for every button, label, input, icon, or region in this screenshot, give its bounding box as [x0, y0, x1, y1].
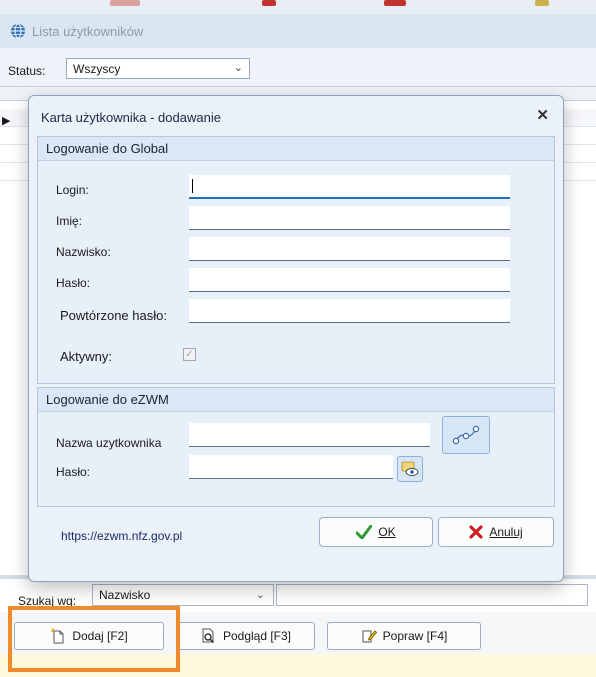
edit-button[interactable]: Popraw [F4]: [327, 622, 481, 650]
decor: [262, 0, 276, 6]
connect-button[interactable]: [442, 416, 490, 454]
repeat-password-field[interactable]: [189, 299, 510, 323]
magnifier-document-icon: [202, 628, 215, 644]
repeat-password-label: Powtórzone hasło:: [60, 308, 167, 323]
search-input[interactable]: [276, 584, 588, 606]
preview-button-label: Podgląd [F3]: [222, 629, 292, 643]
chevron-down-icon: ⌄: [233, 62, 243, 74]
edit-button-label: Popraw [F4]: [382, 629, 448, 643]
search-field-value: Nazwisko: [99, 588, 151, 602]
last-name-field[interactable]: [189, 237, 510, 261]
status-select-value: Wszyscy: [73, 62, 121, 76]
cancel-x-icon: [469, 525, 483, 539]
ezwm-username-field[interactable]: [189, 423, 430, 447]
ezwm-password-field[interactable]: [189, 455, 393, 479]
row-pointer-icon: ▶: [2, 115, 11, 127]
active-label: Aktywny:: [60, 349, 113, 364]
close-icon[interactable]: ✕: [536, 106, 549, 124]
connection-nodes-icon: [452, 425, 480, 445]
window-title: Lista użytkowników: [32, 23, 144, 39]
dialog-title: Karta użytkownika - dodawanie: [41, 110, 221, 125]
eye-icon: [401, 461, 419, 476]
ezwm-username-label: Nazwa uzytkownika: [56, 436, 162, 450]
first-name-field[interactable]: [189, 206, 510, 230]
ezwm-link[interactable]: https://ezwm.nfz.gov.pl: [61, 529, 182, 543]
edit-document-icon: [362, 630, 377, 643]
decor: [110, 0, 140, 6]
global-section-title: Logowanie do Global: [38, 137, 554, 161]
login-label: Login:: [56, 183, 89, 197]
globe-icon: [11, 23, 25, 39]
decor: [384, 0, 406, 6]
preview-button[interactable]: Podgląd [F3]: [177, 622, 315, 650]
first-name-label: Imię:: [56, 214, 83, 228]
password-field[interactable]: [189, 268, 510, 292]
decor: [535, 0, 549, 6]
global-login-section: Logowanie do Global Login: Imię: Nazwisk…: [37, 136, 555, 384]
cancel-button-label: Anuluj: [489, 525, 523, 539]
top-strip: [0, 0, 596, 14]
title-bar: Lista użytkowników: [0, 14, 596, 48]
ok-button-label: OK: [378, 525, 396, 539]
search-field-select[interactable]: Nazwisko ⌄: [92, 584, 274, 606]
ezwm-section-title: Logowanie do eZWM: [38, 388, 554, 412]
show-password-button[interactable]: [397, 456, 423, 482]
ezwm-password-label: Hasło:: [56, 465, 91, 479]
status-label: Status:: [8, 64, 46, 78]
highlight-frame: [8, 606, 180, 672]
last-name-label: Nazwisko:: [56, 245, 111, 259]
login-field[interactable]: [189, 175, 510, 199]
cancel-button[interactable]: Anuluj: [438, 517, 554, 547]
ok-button[interactable]: OK: [319, 517, 433, 547]
check-icon: [356, 525, 373, 539]
chevron-down-icon: ⌄: [255, 589, 265, 601]
ezwm-login-section: Logowanie do eZWM Nazwa uzytkownika Hasł…: [37, 387, 555, 507]
status-select[interactable]: Wszyscy ⌄: [66, 58, 250, 79]
text-caret: [192, 179, 193, 193]
password-label: Hasło:: [56, 276, 91, 290]
user-card-dialog: Karta użytkownika - dodawanie ✕ Logowani…: [28, 95, 564, 582]
active-checkbox[interactable]: ✓: [183, 348, 196, 361]
